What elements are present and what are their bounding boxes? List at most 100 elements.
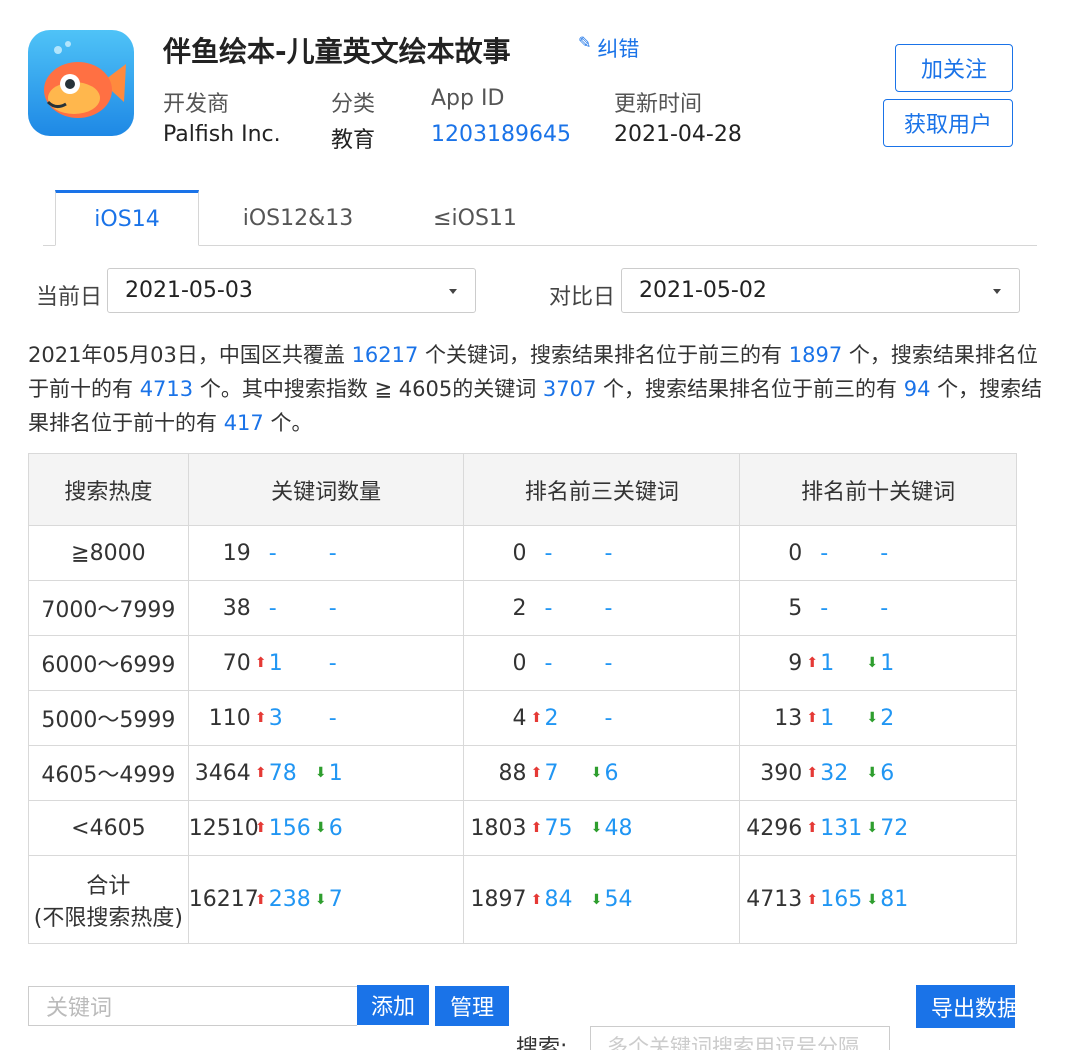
export-data-button[interactable]: 导出数据 [916,985,1015,1028]
decrease-value[interactable]: - [604,651,612,676]
increase-group: ⬆ 238 [253,887,313,912]
increase-value[interactable]: 1 [269,651,283,676]
summary-high-top10-count: 417 [223,411,264,435]
count-value: 390 [760,760,803,786]
decrease-group: ⬇ 48 [588,816,648,841]
increase-value[interactable]: 1 [820,651,834,676]
heat-label: 6000～6999 [41,653,176,678]
decrease-value[interactable]: 7 [329,887,343,912]
decrease-group: - [588,651,648,676]
tab-ios11-below[interactable]: ≤iOS11 [415,190,535,246]
heat-label: ≧8000 [71,540,146,566]
count-value: 110 [208,705,251,731]
current-date-select[interactable]: 2021-05-03 [107,268,476,313]
decrease-value[interactable]: - [880,596,888,621]
increase-value[interactable]: 7 [544,761,558,786]
heat-cell: 4605～4999 [28,745,189,801]
manage-button[interactable]: 管理 [435,986,509,1026]
heat-label: 合计 [86,873,131,899]
decrease-value[interactable]: - [604,706,612,731]
decrease-value[interactable]: - [329,706,337,731]
top3-cell: 0-- [463,525,741,581]
meta-value-category: 教育 [331,128,376,153]
increase-value[interactable]: 75 [544,816,572,841]
increase-group: ⬆ 1 [804,651,864,676]
count-value: 4296 [746,815,803,841]
summary-segment: 个。其中搜索指数 ≧ 4605的关键词 [193,377,543,401]
decrease-value[interactable]: 1 [329,761,343,786]
increase-value[interactable]: 156 [269,816,311,841]
get-users-button[interactable]: 获取用户 [883,99,1013,147]
arrow-up-icon: ⬆ [806,891,819,908]
summary-segment: 个，搜索结果排名位于前三的有 [596,377,904,401]
increase-value[interactable]: - [820,541,828,566]
follow-button[interactable]: 加关注 [895,44,1013,92]
os-tabs: iOS14 iOS12&13 ≤iOS11 [43,190,1037,246]
meta-label-app-id: App ID [431,86,505,111]
heat-label: 4605～4999 [41,763,176,788]
search-input[interactable]: 多个关键词搜索用逗号分隔 [590,1026,890,1050]
decrease-value[interactable]: 6 [880,761,894,786]
keyword-count-cell: 70 ⬆ 1- [187,635,465,691]
decrease-value[interactable]: - [329,651,337,676]
count-value: 1803 [470,815,527,841]
count-value: 70 [222,650,251,676]
decrease-value[interactable]: 1 [880,651,894,676]
increase-value[interactable]: 238 [269,887,311,912]
summary-top3-count: 1897 [788,343,843,367]
top3-cell: 0-- [463,635,741,691]
increase-value[interactable]: 32 [820,761,848,786]
keyword-count-cell: 110 ⬆ 3- [187,690,465,746]
summary-total-keywords: 16217 [351,343,419,367]
decrease-group: ⬇ 1 [864,651,924,676]
increase-value[interactable]: 2 [544,706,558,731]
arrow-up-icon: ⬆ [254,820,267,836]
tab-ios14[interactable]: iOS14 [55,190,199,246]
increase-value[interactable]: 78 [269,761,297,786]
increase-value[interactable]: 165 [820,887,862,912]
increase-value[interactable]: - [269,541,277,566]
increase-group: ⬆ 3 [253,706,313,731]
decrease-value[interactable]: - [329,596,337,621]
increase-group: ⬆ 1 [253,651,313,676]
increase-value[interactable]: 131 [820,816,862,841]
count-value: 38 [222,595,251,621]
increase-value[interactable]: 3 [269,706,283,731]
decrease-value[interactable]: 48 [604,816,632,841]
heat-cell: <4605 [28,800,189,856]
increase-value[interactable]: 1 [820,706,834,731]
heat-cell: 5000～5999 [28,690,189,746]
decrease-group: - [864,596,924,621]
increase-value[interactable]: - [544,596,552,621]
count-value: 1897 [470,887,527,912]
count-value: 9 [788,650,803,676]
report-error-link[interactable]: ✎ 纠错 [578,33,639,63]
arrow-up-icon: ⬆ [254,891,267,908]
chevron-down-icon [449,289,457,294]
count-value: 88 [498,760,527,786]
table-row: 5000～5999 110 ⬆ 3-4 ⬆ 2-13 ⬆ 1 ⬇ 2 [28,690,1017,746]
increase-value[interactable]: - [269,596,277,621]
decrease-value[interactable]: 6 [604,761,618,786]
decrease-value[interactable]: 6 [329,816,343,841]
increase-group: - [253,596,313,621]
keyword-input[interactable]: 关键词 [28,986,357,1026]
meta-value-app-id[interactable]: 1203189645 [431,122,571,147]
increase-value[interactable]: - [820,596,828,621]
increase-value[interactable]: 84 [544,887,572,912]
arrow-down-icon: ⬇ [590,820,603,836]
decrease-value[interactable]: - [880,541,888,566]
increase-value[interactable]: - [544,541,552,566]
decrease-value[interactable]: - [604,596,612,621]
compare-date-select[interactable]: 2021-05-02 [621,268,1020,313]
decrease-value[interactable]: 54 [604,887,632,912]
increase-group: ⬆ 75 [528,816,588,841]
decrease-value[interactable]: 2 [880,706,894,731]
decrease-value[interactable]: 81 [880,887,908,912]
decrease-value[interactable]: - [604,541,612,566]
decrease-value[interactable]: 72 [880,816,908,841]
decrease-value[interactable]: - [329,541,337,566]
increase-value[interactable]: - [544,651,552,676]
add-keyword-button[interactable]: 添加 [357,985,429,1025]
tab-ios12-13[interactable]: iOS12&13 [223,190,373,246]
